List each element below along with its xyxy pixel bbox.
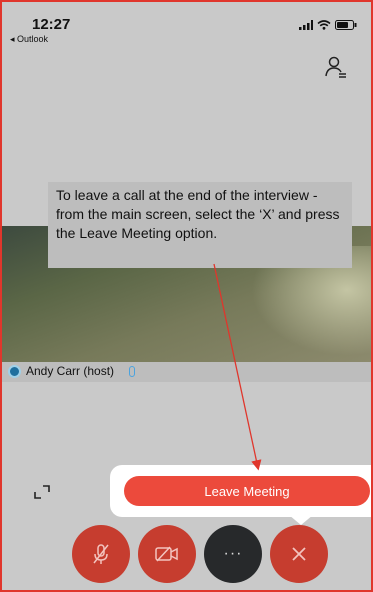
meeting-screen: 12:27 ◂ Outlook Andy Carr (host) To leav… [0, 0, 373, 592]
annotation-arrow [213, 263, 262, 471]
